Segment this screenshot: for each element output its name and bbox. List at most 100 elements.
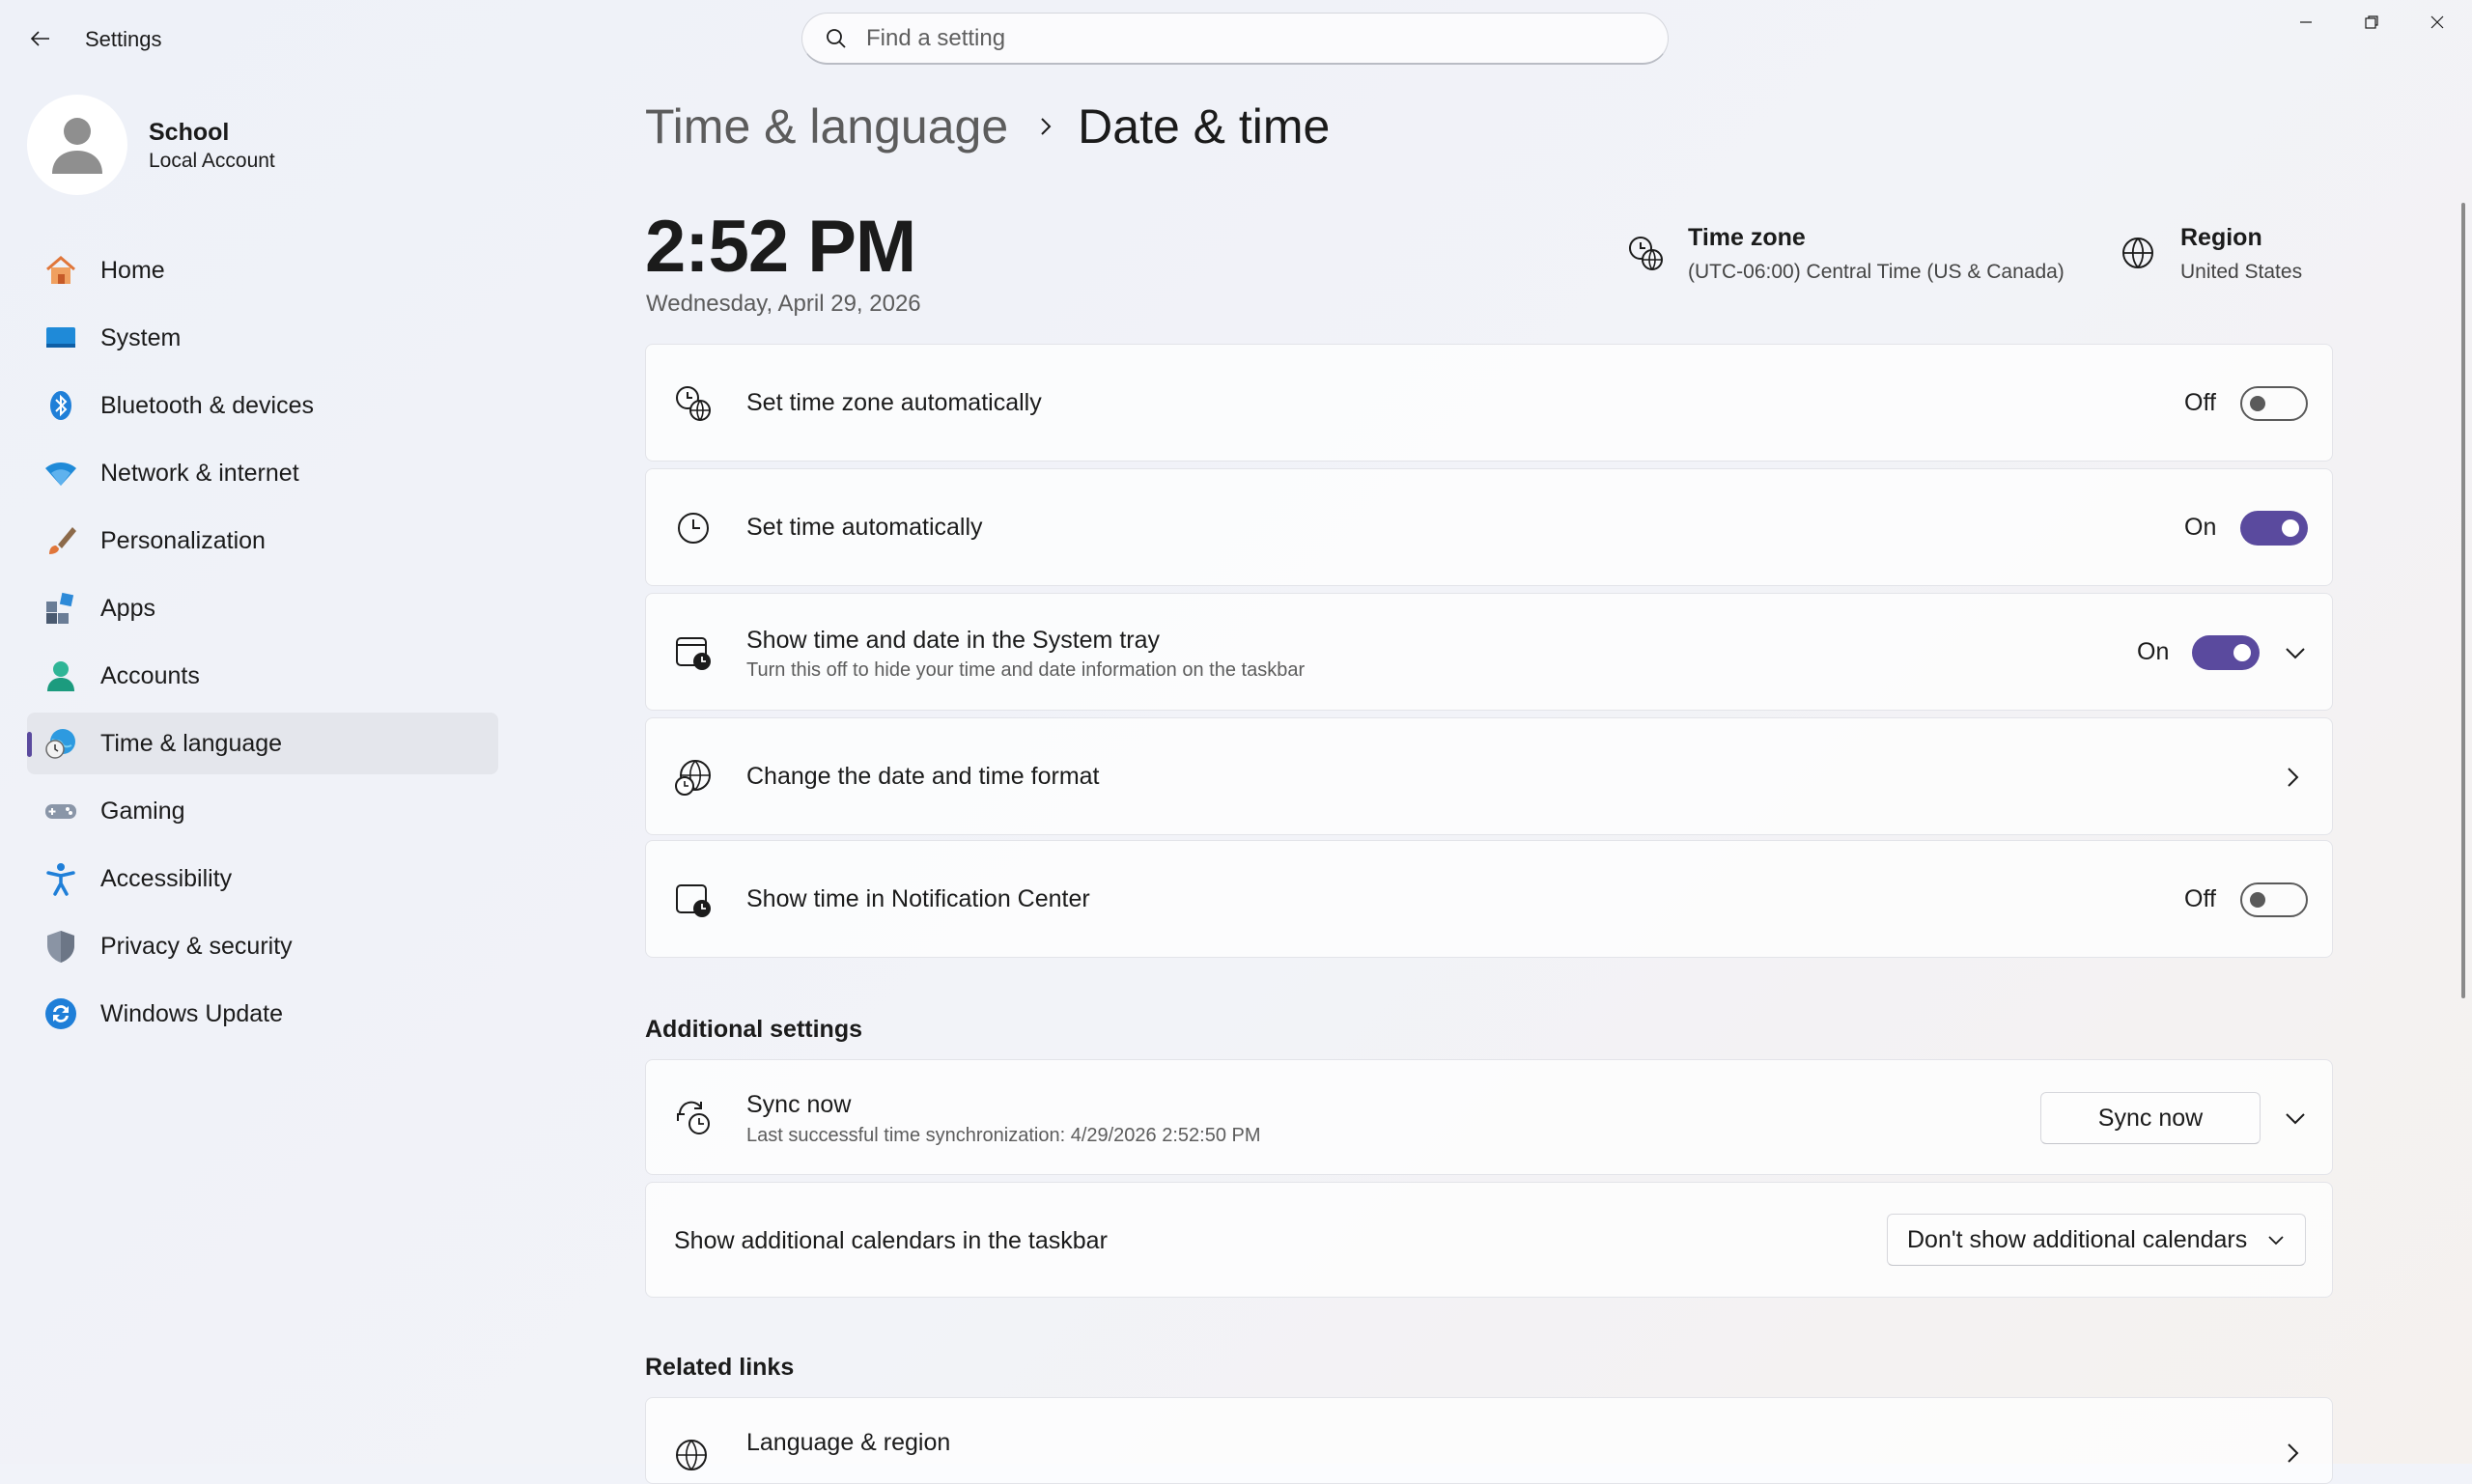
chevron-down-icon — [2264, 1228, 2288, 1251]
accounts-icon — [42, 658, 79, 694]
sync-clock-icon — [673, 1097, 714, 1137]
title-bar: Settings — [0, 0, 2472, 77]
sidebar-item-home[interactable]: Home — [27, 239, 498, 301]
set-time-automatically-card: Set time automatically On — [645, 468, 2333, 586]
clock-icon — [673, 508, 714, 548]
related-links-heading: Related links — [645, 1354, 795, 1381]
setting-label: Sync now — [746, 1091, 852, 1118]
time-zone-icon — [1626, 234, 1665, 272]
sidebar-item-gaming[interactable]: Gaming — [27, 780, 498, 842]
sidebar-item-label: Apps — [100, 594, 155, 622]
calendar-clock-icon — [673, 632, 714, 673]
calendar-clock-icon — [673, 880, 714, 920]
time-zone-globe-icon — [673, 383, 714, 424]
sidebar-item-bluetooth[interactable]: Bluetooth & devices — [27, 375, 498, 436]
toggle-state-label: Off — [2184, 885, 2216, 912]
back-button[interactable] — [21, 19, 60, 58]
home-icon — [42, 252, 79, 289]
time-zone-info: Time zone (UTC-06:00) Central Time (US &… — [1626, 224, 2065, 292]
system-tray-time-toggle[interactable] — [2192, 635, 2260, 670]
search-icon — [824, 26, 849, 51]
bluetooth-icon — [42, 387, 79, 424]
sidebar-item-privacy[interactable]: Privacy & security — [27, 915, 498, 977]
sync-now-card[interactable]: Sync now Last successful time synchroniz… — [645, 1059, 2333, 1175]
set-time-zone-automatically-card: Set time zone automatically Off — [645, 344, 2333, 462]
close-icon — [2430, 15, 2444, 29]
profile-account-type: Local Account — [149, 150, 275, 172]
gamepad-icon — [42, 793, 79, 829]
sidebar-item-apps[interactable]: Apps — [27, 577, 498, 639]
brush-icon — [42, 522, 79, 559]
chevron-right-icon — [1037, 116, 1054, 137]
sidebar-nav: Home System Bluetooth & devices Network … — [27, 239, 498, 1050]
close-button[interactable] — [2404, 0, 2470, 44]
scrollbar[interactable] — [2461, 203, 2465, 998]
sidebar-item-personalization[interactable]: Personalization — [27, 510, 498, 572]
restore-button[interactable] — [2339, 0, 2404, 44]
set-time-zone-automatically-toggle[interactable] — [2240, 386, 2308, 421]
additional-calendars-card: Show additional calendars in the taskbar… — [645, 1182, 2333, 1298]
sidebar-item-label: Privacy & security — [100, 932, 293, 960]
shield-icon — [42, 928, 79, 965]
time-language-icon — [42, 725, 79, 762]
time-zone-value: (UTC-06:00) Central Time (US & Canada) — [1688, 261, 2065, 283]
additional-settings-heading: Additional settings — [645, 1016, 862, 1043]
restore-icon — [2365, 15, 2378, 29]
sidebar-item-network[interactable]: Network & internet — [27, 442, 498, 504]
minimize-button[interactable] — [2273, 0, 2339, 44]
toggle-state-label: On — [2137, 638, 2170, 665]
sidebar-item-label: Time & language — [100, 729, 283, 757]
breadcrumb: Time & language Date & time — [645, 93, 1330, 160]
time-zone-title: Time zone — [1688, 224, 1806, 251]
globe-clock-icon — [673, 757, 714, 798]
app-title: Settings — [85, 27, 162, 51]
set-time-automatically-toggle[interactable] — [2240, 511, 2308, 546]
system-icon — [42, 320, 79, 356]
setting-label: Show time and date in the System tray — [746, 627, 1160, 654]
accessibility-icon — [42, 860, 79, 897]
globe-icon — [2119, 234, 2157, 272]
sidebar-item-accessibility[interactable]: Accessibility — [27, 848, 498, 910]
sidebar-item-label: Windows Update — [100, 999, 283, 1027]
notification-center-time-toggle[interactable] — [2240, 882, 2308, 917]
link-label: Language & region — [746, 1429, 951, 1456]
notification-center-time-card: Show time in Notification Center Off — [645, 840, 2333, 958]
chevron-down-icon[interactable] — [2281, 1104, 2310, 1133]
sidebar-item-windows-update[interactable]: Windows Update — [27, 983, 498, 1045]
setting-label: Change the date and time format — [746, 763, 1100, 790]
sidebar-item-label: Gaming — [100, 797, 185, 825]
avatar — [27, 95, 127, 195]
breadcrumb-parent[interactable]: Time & language — [645, 98, 1008, 154]
minimize-icon — [2300, 21, 2312, 23]
setting-label: Show additional calendars in the taskbar — [674, 1227, 1108, 1254]
region-value: United States — [2180, 261, 2303, 283]
apps-icon — [42, 590, 79, 627]
person-icon — [52, 118, 102, 174]
page-title: Date & time — [1078, 99, 1331, 154]
region-title: Region — [2180, 224, 2262, 251]
sidebar-item-label: Personalization — [100, 526, 266, 554]
setting-label: Set time automatically — [746, 514, 983, 541]
language-region-link[interactable]: Language & region — [645, 1397, 2333, 1484]
last-sync-text: Last successful time synchronization: 4/… — [746, 1125, 1261, 1146]
search-box[interactable] — [801, 13, 1669, 65]
update-icon — [42, 995, 79, 1032]
chevron-right-icon — [2278, 763, 2307, 792]
search-input[interactable] — [864, 23, 1621, 53]
chevron-down-icon[interactable] — [2281, 638, 2310, 667]
sidebar-item-label: Accessibility — [100, 864, 233, 892]
setting-description: Turn this off to hide your time and date… — [746, 659, 1306, 681]
sync-now-button[interactable]: Sync now — [2040, 1092, 2261, 1144]
sidebar-item-label: Network & internet — [100, 459, 299, 487]
setting-label: Set time zone automatically — [746, 389, 1042, 416]
user-profile[interactable]: School Local Account — [27, 93, 471, 199]
additional-calendars-dropdown[interactable]: Don't show additional calendars — [1887, 1214, 2306, 1266]
sidebar-item-time-language[interactable]: Time & language — [27, 713, 498, 774]
sidebar-item-accounts[interactable]: Accounts — [27, 645, 498, 707]
dropdown-selected-value: Don't show additional calendars — [1907, 1225, 2248, 1253]
sidebar-item-system[interactable]: System — [27, 307, 498, 369]
sidebar-item-label: Bluetooth & devices — [100, 391, 314, 419]
system-tray-time-card[interactable]: Show time and date in the System tray Tu… — [645, 593, 2333, 711]
date-time-format-card[interactable]: Change the date and time format — [645, 717, 2333, 835]
settings-window: Settings School Local Account — [0, 0, 2472, 1484]
